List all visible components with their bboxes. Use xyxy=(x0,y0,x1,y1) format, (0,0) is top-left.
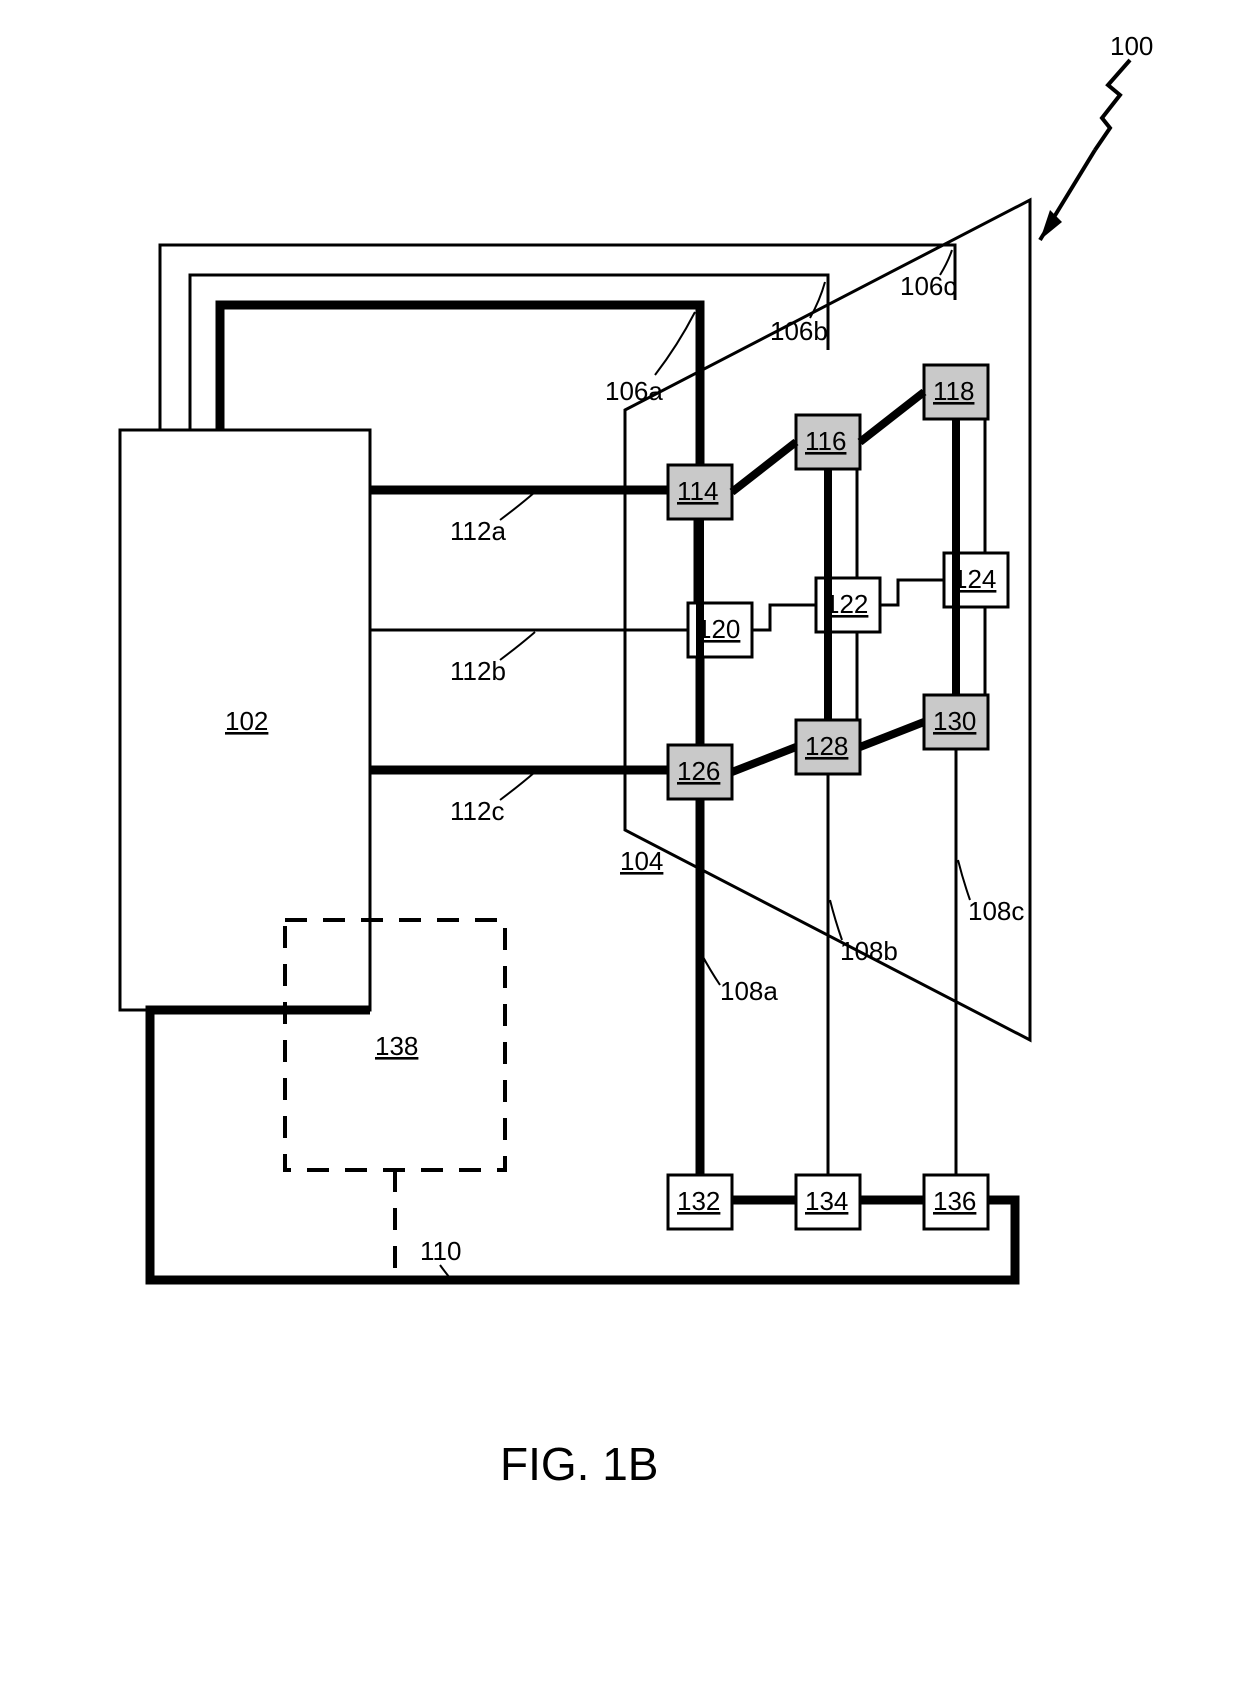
label-108a: 108a xyxy=(720,976,778,1006)
block-118-label: 118 xyxy=(933,376,974,406)
label-106b: 106b xyxy=(770,316,828,346)
system-ref-arrow xyxy=(1040,60,1130,240)
label-108b: 108b xyxy=(840,936,898,966)
trapezoid-104-label: 104 xyxy=(620,846,663,876)
block-132-label: 132 xyxy=(677,1186,720,1216)
label-112c: 112c xyxy=(450,796,504,826)
block-130-label: 130 xyxy=(933,706,976,736)
label-112b: 112b xyxy=(450,656,506,686)
block-134-label: 134 xyxy=(805,1186,848,1216)
block-126-label: 126 xyxy=(677,756,720,786)
label-106a: 106a xyxy=(605,376,663,406)
label-110: 110 xyxy=(420,1236,461,1266)
wire-106b xyxy=(190,275,828,430)
block-138-label: 138 xyxy=(375,1031,418,1061)
wire-106c xyxy=(160,245,955,430)
block-136-label: 136 xyxy=(933,1186,976,1216)
block-128-label: 128 xyxy=(805,731,848,761)
diagram-canvas: 100 102 104 138 112a 112b 112c 106a 106b… xyxy=(0,0,1240,1699)
block-114-label: 114 xyxy=(677,476,718,506)
label-112a: 112a xyxy=(450,516,506,546)
label-106c: 106c xyxy=(900,271,956,301)
label-108c: 108c xyxy=(968,896,1024,926)
system-ref-label: 100 xyxy=(1110,31,1153,61)
block-102-label: 102 xyxy=(225,706,268,736)
block-116-label: 116 xyxy=(805,426,846,456)
figure-label: FIG. 1B xyxy=(500,1438,658,1490)
